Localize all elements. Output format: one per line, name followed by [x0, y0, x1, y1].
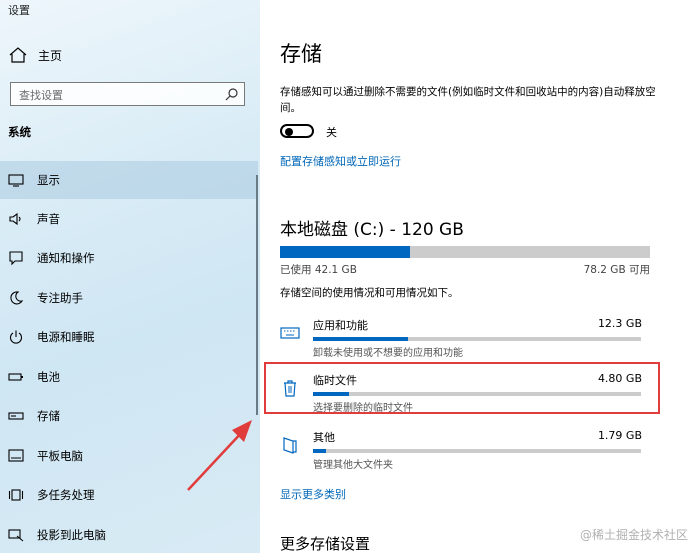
sidebar-scrollbar[interactable]	[256, 175, 258, 415]
battery-icon	[8, 373, 23, 381]
nav-home[interactable]: 主页	[8, 44, 62, 66]
sidebar-item-label: 电源和睡眠	[37, 330, 95, 344]
folder-icon	[283, 437, 297, 454]
sidebar-item-battery[interactable]: 电池	[0, 358, 258, 396]
category-name: 应用和功能	[313, 319, 368, 332]
sidebar-item-label: 多任务处理	[37, 488, 95, 502]
category-other[interactable]: 其他 1.79 GB 管理其他大文件夹	[280, 429, 650, 475]
multitask-icon	[8, 489, 24, 501]
moon-icon	[10, 291, 24, 305]
search-placeholder: 查找设置	[19, 89, 63, 102]
monitor-icon	[8, 174, 24, 187]
home-icon	[9, 47, 27, 63]
main-panel: 存储 存储感知可以通过删除不需要的文件(例如临时文件和回收站中的内容)自动释放空…	[260, 0, 700, 553]
project-icon	[8, 529, 24, 542]
home-label: 主页	[38, 48, 63, 63]
watermark: @稀土掘金技术社区	[579, 528, 688, 542]
toggle-knob	[285, 128, 293, 136]
category-bar-fill	[313, 337, 409, 341]
category-subtitle: 卸载未使用或不想要的应用和功能	[313, 348, 463, 359]
configure-storage-sense-link[interactable]: 配置存储感知或立即运行	[280, 153, 401, 169]
sidebar-item-label: 存储	[37, 409, 60, 423]
search-input[interactable]: 查找设置	[10, 82, 245, 106]
sidebar-item-label: 平板电脑	[37, 449, 83, 463]
category-size: 1.79 GB	[597, 429, 642, 442]
disk-usage-fill	[280, 246, 410, 258]
tablet-icon	[8, 449, 24, 462]
keyboard-icon	[280, 327, 300, 339]
temp-files-highlight-box	[264, 362, 660, 414]
sidebar-item-label: 电池	[37, 370, 60, 384]
sidebar-item-label: 声音	[37, 212, 60, 226]
category-bar	[313, 337, 641, 341]
group-label: 系统	[8, 125, 31, 139]
usage-intro: 存储空间的使用情况和可用情况如下。	[280, 287, 459, 299]
category-size: 12.3 GB	[597, 317, 642, 330]
search-icon[interactable]	[225, 87, 239, 101]
sidebar-item-power-sleep[interactable]: 电源和睡眠	[0, 318, 258, 356]
notification-icon	[9, 251, 23, 266]
category-bar-fill	[313, 449, 327, 453]
storage-sense-description: 存储感知可以通过删除不需要的文件(例如临时文件和回收站中的内容)自动释放空间。	[280, 86, 656, 114]
disk-title: 本地磁盘 (C:) - 120 GB	[280, 220, 464, 240]
category-subtitle: 管理其他大文件夹	[313, 460, 393, 471]
sidebar-item-label: 通知和操作	[37, 251, 95, 265]
storage-sense-toggle[interactable]	[280, 124, 314, 138]
toggle-state-label: 关	[326, 126, 337, 139]
speaker-icon	[9, 212, 21, 226]
disk-usage-bar	[280, 246, 650, 258]
sidebar-item-label: 显示	[37, 173, 60, 187]
category-name: 其他	[313, 431, 335, 444]
annotation-arrow-icon	[187, 420, 252, 491]
disk-free-label: 78.2 GB 可用	[583, 264, 650, 276]
page-title: 存储	[280, 42, 322, 66]
show-more-categories-link[interactable]: 显示更多类别	[280, 486, 346, 502]
sidebar-item-display[interactable]: 显示	[0, 161, 258, 199]
sidebar-item-notifications[interactable]: 通知和操作	[0, 239, 258, 277]
sidebar: 设置 主页 查找设置 系统 显示 声音 通知和操作 专注助手 电源和睡眠 电池 …	[0, 0, 260, 553]
power-icon	[9, 330, 23, 344]
sidebar-item-label: 投影到此电脑	[37, 528, 106, 542]
sidebar-item-sound[interactable]: 声音	[0, 200, 258, 238]
more-storage-settings-title: 更多存储设置	[280, 535, 371, 553]
sidebar-item-project[interactable]: 投影到此电脑	[0, 516, 258, 554]
app-title: 设置	[8, 4, 30, 17]
sidebar-item-label: 专注助手	[37, 291, 83, 305]
storage-icon	[8, 412, 24, 420]
sidebar-item-focus-assist[interactable]: 专注助手	[0, 279, 258, 317]
category-apps[interactable]: 应用和功能 12.3 GB 卸载未使用或不想要的应用和功能	[280, 317, 650, 363]
category-bar	[313, 449, 641, 453]
disk-used-label: 已使用 42.1 GB	[280, 264, 357, 276]
